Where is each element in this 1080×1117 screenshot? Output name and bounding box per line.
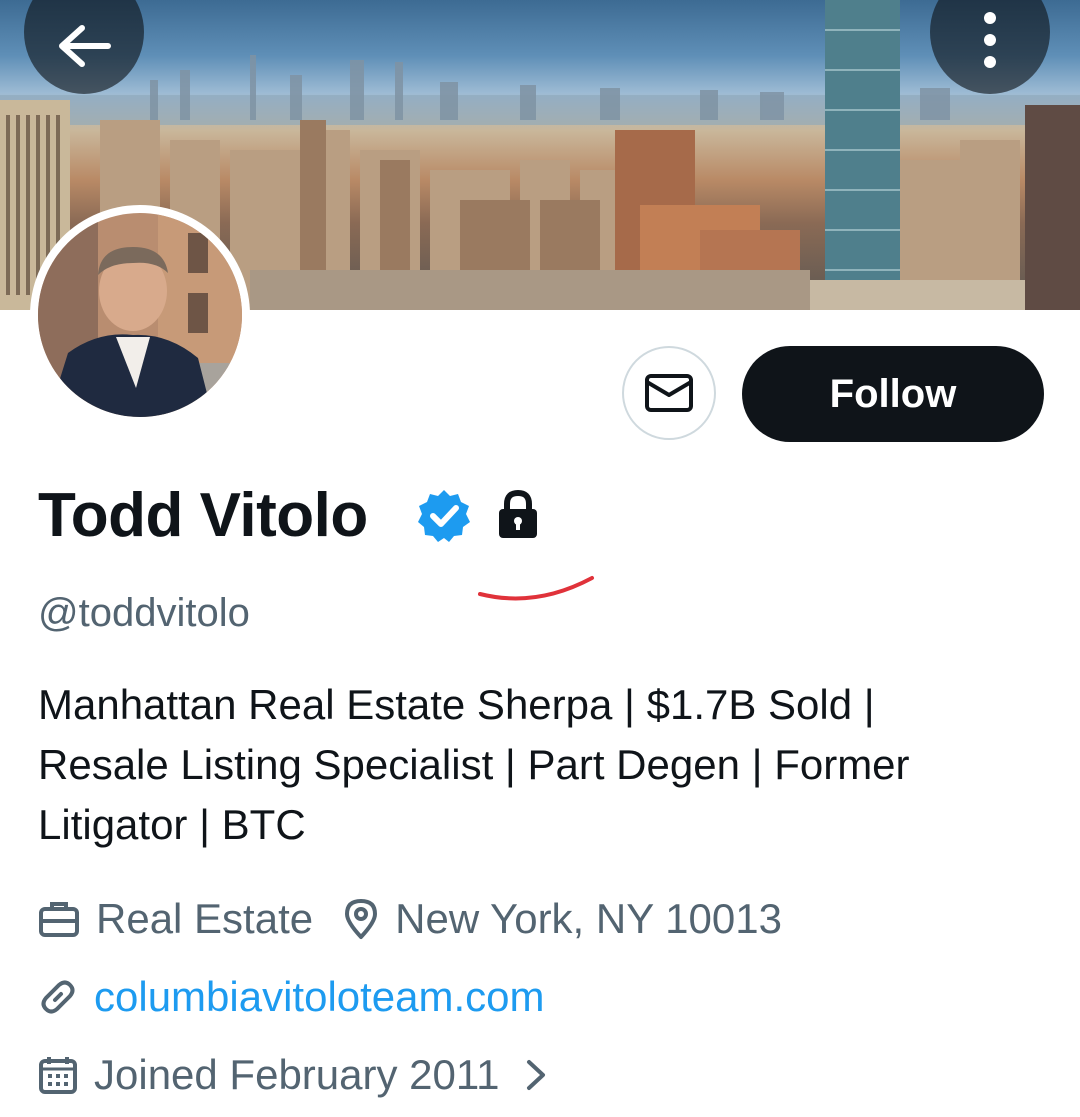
link-icon: [38, 977, 78, 1017]
location-item: New York, NY 10013: [343, 892, 782, 946]
calendar-icon: [38, 1055, 78, 1095]
more-vertical-icon: [984, 12, 996, 68]
category-item: Real Estate: [38, 892, 313, 946]
location-text: New York, NY 10013: [395, 895, 782, 942]
briefcase-icon: [38, 899, 80, 939]
envelope-icon: [645, 374, 693, 412]
arrow-left-icon: [59, 25, 111, 67]
category-text: Real Estate: [96, 895, 314, 942]
bio-line: Manhattan Real Estate Sherpa | $1.7B Sol…: [38, 681, 875, 728]
bio-line: Resale Listing Specialist | Part Degen |…: [38, 741, 910, 788]
profile-avatar[interactable]: [30, 205, 250, 425]
joined-text: Joined February 2011: [94, 1051, 500, 1098]
follow-button[interactable]: Follow: [742, 346, 1044, 442]
red-annotation-mark: [478, 576, 594, 601]
profile-meta-row: Real Estate New York, NY 10013: [38, 892, 782, 946]
joined-row[interactable]: Joined February 2011: [38, 1048, 547, 1102]
profile-bio: Manhattan Real Estate Sherpa | $1.7B Sol…: [38, 675, 1048, 855]
website-row[interactable]: columbiavitoloteam.com: [38, 970, 545, 1024]
verified-badge-icon[interactable]: [416, 488, 472, 544]
user-handle: @toddvitolo: [38, 591, 250, 635]
message-button[interactable]: [622, 346, 716, 440]
lock-icon: [499, 490, 537, 538]
display-name: Todd Vitolo: [38, 481, 368, 550]
chevron-right-icon[interactable]: [525, 1058, 547, 1092]
website-link[interactable]: columbiavitoloteam.com: [94, 970, 545, 1024]
avatar-photo: [38, 213, 242, 417]
bio-line: Litigator | BTC: [38, 801, 306, 848]
location-pin-icon: [343, 898, 379, 940]
